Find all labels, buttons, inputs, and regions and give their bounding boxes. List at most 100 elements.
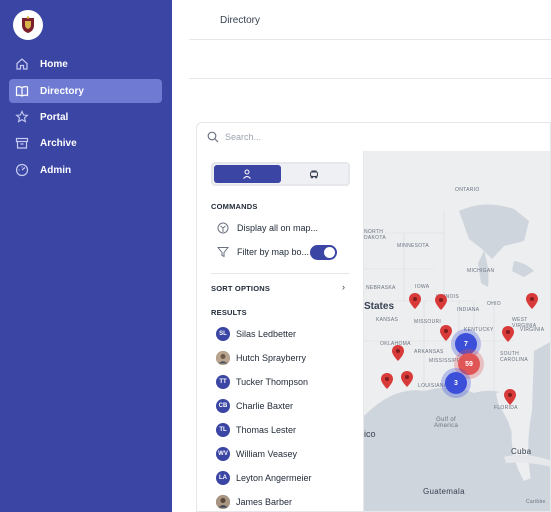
- map-label-guatemala: Guatemala: [423, 487, 465, 496]
- archive-icon: [14, 135, 30, 151]
- result-name: Thomas Lester: [236, 425, 297, 435]
- map-label-indiana: INDIANA: [457, 307, 480, 313]
- avatar: [216, 351, 230, 365]
- result-name: Leyton Angermeier: [236, 473, 312, 483]
- page-title: Directory: [220, 15, 261, 26]
- map-pin-icon[interactable]: [392, 345, 404, 361]
- dashboard-icon: [14, 162, 30, 178]
- sort-options-heading[interactable]: SORT OPTIONS: [211, 284, 270, 293]
- book-icon: [14, 83, 30, 99]
- map-label-mexico: ico: [364, 429, 376, 439]
- avatar: CB: [216, 399, 230, 413]
- list-item[interactable]: TL Thomas Lester: [216, 421, 296, 439]
- list-item[interactable]: TT Tucker Thompson: [216, 373, 308, 391]
- avatar: SL: [216, 327, 230, 341]
- sidebar-item-archive[interactable]: Archive: [9, 131, 162, 155]
- map-pin-icon[interactable]: [504, 389, 516, 405]
- avatar: TT: [216, 375, 230, 389]
- result-name: Silas Ledbetter: [236, 329, 297, 339]
- search-input[interactable]: [225, 132, 525, 142]
- map-label-north-dakota: NORTH DAKOTA: [364, 229, 386, 241]
- map-label-minnesota: MINNESOTA: [397, 243, 430, 249]
- sidebar-item-admin[interactable]: Admin: [9, 158, 162, 182]
- filter-icon: [216, 245, 230, 259]
- person-icon: [243, 169, 252, 179]
- map-pin-icon[interactable]: [502, 326, 514, 342]
- result-name: Charlie Baxter: [236, 401, 294, 411]
- map-label-south-carolina: SOUTH CAROLINA: [500, 351, 528, 363]
- filter-by-bounds-command[interactable]: Filter by map bo...: [216, 244, 309, 260]
- map-label-cuba: Cuba: [511, 447, 532, 456]
- list-item[interactable]: SL Silas Ledbetter: [216, 325, 296, 343]
- map-label-iowa: IOWA: [415, 284, 430, 290]
- map-label-missouri: MISSOURI: [414, 319, 442, 325]
- sidebar-item-label: Home: [40, 58, 68, 70]
- people-view-button[interactable]: [214, 165, 281, 183]
- sidebar-item-label: Archive: [40, 137, 77, 149]
- avatar: TL: [216, 423, 230, 437]
- results-heading: RESULTS: [211, 308, 247, 317]
- filter-bounds-toggle[interactable]: [310, 245, 337, 260]
- display-all-command[interactable]: Display all on map...: [216, 220, 318, 236]
- search-icon: [207, 131, 219, 143]
- star-icon: [14, 109, 30, 125]
- map-cluster-marker[interactable]: 7: [455, 333, 477, 355]
- sidebar: Home Directory Portal Archive Admin: [0, 0, 172, 512]
- view-toggle: [211, 162, 350, 186]
- filter-by-bounds-label: Filter by map bo...: [237, 247, 310, 257]
- list-item[interactable]: LA Leyton Angermeier: [216, 469, 312, 487]
- map-pin-icon[interactable]: [409, 293, 421, 309]
- header-divider: [189, 39, 551, 40]
- chevron-right-icon[interactable]: ›: [342, 282, 345, 292]
- sidebar-item-label: Admin: [40, 164, 72, 176]
- app-logo[interactable]: [13, 10, 43, 40]
- vehicle-icon: [309, 170, 318, 179]
- map-pin-icon[interactable]: [526, 293, 538, 309]
- display-all-label: Display all on map...: [237, 223, 319, 233]
- sidebar-item-label: Portal: [40, 111, 69, 123]
- map-pin-icon[interactable]: [401, 371, 413, 387]
- map-attribution: Caribbe: [526, 499, 546, 505]
- subheader-divider: [189, 78, 551, 79]
- vehicle-view-button[interactable]: [281, 165, 348, 183]
- sidebar-item-label: Directory: [40, 85, 84, 97]
- result-name: James Barber: [236, 497, 293, 507]
- list-item[interactable]: James Barber: [216, 493, 292, 511]
- map-label-kentucky: KENTUCKY: [464, 327, 494, 333]
- map-label-michigan: MICHIGAN: [467, 268, 495, 274]
- map-label-ohio: OHIO: [487, 301, 501, 307]
- map-cluster-marker[interactable]: 59: [458, 353, 480, 375]
- search-bar: [197, 123, 550, 151]
- map-label-virginia: VIRGINIA: [520, 327, 545, 333]
- map-label-kansas: KANSAS: [376, 317, 399, 323]
- list-item[interactable]: Hutch Sprayberry: [216, 349, 306, 367]
- map-label-louisiana: LOUISIANA: [418, 383, 448, 389]
- crest-icon: [22, 16, 34, 33]
- map-label-gulf: Gulf of America: [434, 417, 459, 429]
- result-name: Tucker Thompson: [236, 377, 309, 387]
- map-label-nebraska: NEBRASKA: [366, 285, 396, 291]
- avatar: [216, 495, 230, 509]
- avatar: LA: [216, 471, 230, 485]
- list-item[interactable]: WV William Veasey: [216, 445, 297, 463]
- sidebar-item-directory[interactable]: Directory: [9, 79, 162, 103]
- map-label-arkansas: ARKANSAS: [414, 349, 444, 355]
- map-pin-icon[interactable]: [440, 325, 452, 341]
- result-name: Hutch Sprayberry: [236, 353, 307, 363]
- list-item[interactable]: CB Charlie Baxter: [216, 397, 293, 415]
- map-label-florida: FLORIDA: [494, 405, 518, 411]
- home-icon: [14, 56, 30, 72]
- map-pin-icon[interactable]: [435, 294, 447, 310]
- map-view[interactable]: ONTARIO NORTH DAKOTA MINNESOTA NEBRASKA …: [364, 151, 550, 511]
- directory-panel: COMMANDS Display all on map... Filter by…: [196, 122, 551, 512]
- sidebar-item-home[interactable]: Home: [9, 52, 162, 76]
- map-pin-icon[interactable]: [381, 373, 393, 389]
- map-label-ontario: ONTARIO: [455, 187, 480, 193]
- crosshair-icon: [216, 221, 230, 235]
- map-cluster-marker[interactable]: 3: [445, 372, 467, 394]
- section-divider: [211, 273, 350, 274]
- commands-heading: COMMANDS: [211, 202, 258, 211]
- map-label-united-states: States: [364, 301, 395, 312]
- sidebar-item-portal[interactable]: Portal: [9, 105, 162, 129]
- main-content: Directory COMMANDS Display all on map: [172, 0, 551, 512]
